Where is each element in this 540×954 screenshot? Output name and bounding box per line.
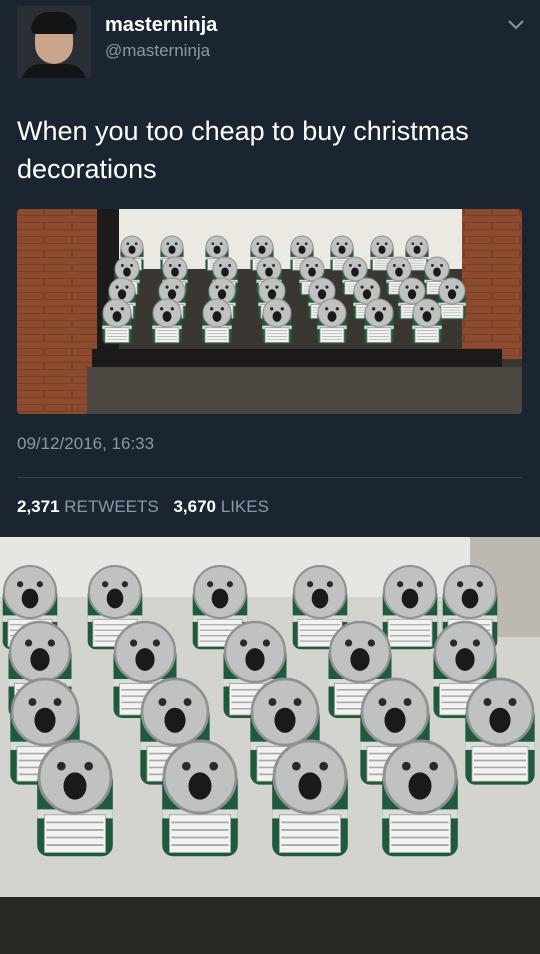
singing-can <box>382 564 438 650</box>
singing-can <box>102 298 132 344</box>
divider <box>17 477 522 478</box>
retweets-label[interactable]: RETWEETS <box>64 497 158 516</box>
closeup-photo[interactable] <box>0 537 540 954</box>
singing-can <box>317 298 347 344</box>
singing-can <box>162 739 238 857</box>
singing-can <box>262 298 292 344</box>
likes-count[interactable]: 3,670 <box>173 497 216 516</box>
singing-can <box>272 739 348 857</box>
chevron-down-icon[interactable] <box>506 18 526 32</box>
avatar[interactable] <box>17 6 91 78</box>
avatar-hair <box>31 12 77 34</box>
retweets-count[interactable]: 2,371 <box>17 497 60 516</box>
singing-can <box>465 677 535 785</box>
singing-can <box>412 298 442 344</box>
tweet-photo[interactable] <box>17 209 522 414</box>
user-handle[interactable]: @masterninja <box>105 41 210 61</box>
avatar-shirt <box>21 64 87 78</box>
tweet-photo-image <box>17 209 522 414</box>
singing-can <box>152 298 182 344</box>
singing-can <box>37 739 113 857</box>
tweet-card: masterninja @masterninja When you too ch… <box>0 0 540 537</box>
singing-can <box>202 298 232 344</box>
singing-can <box>364 298 394 344</box>
tweet-timestamp[interactable]: 09/12/2016, 16:33 <box>17 434 154 454</box>
tweet-stats: 2,371 RETWEETS 3,670 LIKES <box>17 497 269 517</box>
singing-can <box>382 739 458 857</box>
closeup-photo-image <box>0 537 540 954</box>
display-name[interactable]: masterninja <box>105 14 217 37</box>
tweet-text: When you too cheap to buy christmas deco… <box>17 116 469 184</box>
singing-can <box>438 277 466 320</box>
likes-label[interactable]: LIKES <box>221 497 269 516</box>
